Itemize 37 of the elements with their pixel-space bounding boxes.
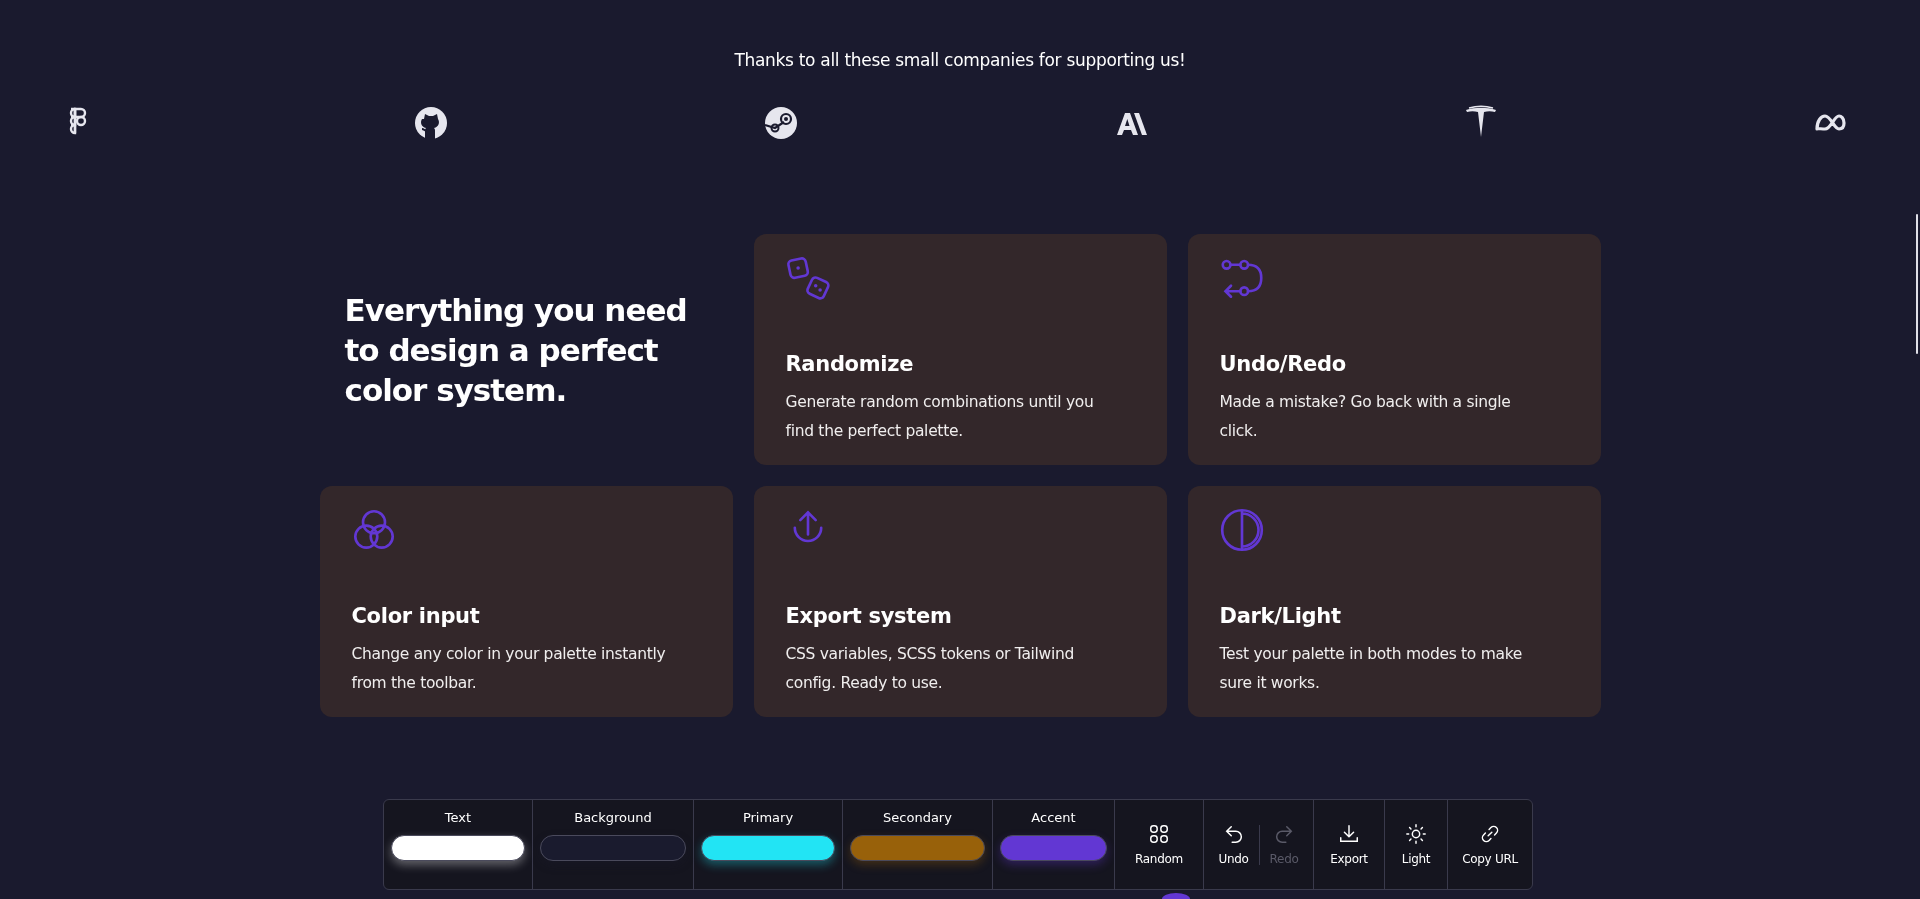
color-swatch[interactable] xyxy=(1000,835,1107,861)
swatch-label: Secondary xyxy=(883,810,952,826)
toolbar-button[interactable]: Undo xyxy=(1212,819,1255,870)
download-icon xyxy=(1338,823,1360,845)
swatch-label: Accent xyxy=(1031,810,1076,826)
card-description: Test your palette in both modes to make sure it works. xyxy=(1219,644,1524,694)
section-heading: Everything you need to design a perfect color system. xyxy=(344,290,688,410)
card-description: CSS variables, SCSS tokens or Tailwind config. Ready to use. xyxy=(785,644,1076,694)
card-title: Undo/Redo xyxy=(1219,351,1347,378)
card-title: Randomize xyxy=(785,351,915,378)
scrollbar-thumb[interactable] xyxy=(1916,214,1918,354)
sun-icon xyxy=(1405,823,1427,845)
color-swatch[interactable] xyxy=(540,835,686,861)
swatch-label: Background xyxy=(574,810,652,826)
color-swatch[interactable] xyxy=(850,835,985,861)
sponsor-caption: Thanks to all these small companies for supporting us! xyxy=(733,49,1187,71)
company-logo[interactable] xyxy=(763,105,799,141)
grid-icon xyxy=(1148,823,1170,845)
card-title: Color input xyxy=(351,603,481,630)
card-description: Generate random combinations until you find the perfect palette. xyxy=(785,392,1095,442)
color-swatch[interactable] xyxy=(701,835,835,861)
toolbar-button[interactable]: Copy URL xyxy=(1456,819,1524,870)
toolbar-button[interactable]: Export xyxy=(1324,819,1374,870)
card-title: Dark/Light xyxy=(1219,603,1342,630)
swatch-label: Text xyxy=(444,810,472,826)
link-icon xyxy=(1479,823,1501,845)
swatch-label: Primary xyxy=(742,810,794,826)
card-description: Made a mistake? Go back with a single click. xyxy=(1219,392,1512,442)
card-description: Change any color in your palette instantly from the toolbar. xyxy=(351,644,667,694)
dice-icon xyxy=(785,256,830,300)
overlapping-circles-icon xyxy=(351,508,396,552)
color-swatch[interactable] xyxy=(391,835,525,861)
toolbar-button[interactable]: Random xyxy=(1129,819,1189,870)
contrast-icon xyxy=(1219,508,1264,552)
toolbar-button[interactable]: Light xyxy=(1395,819,1437,870)
card-title: Export system xyxy=(785,603,953,630)
company-logo[interactable] xyxy=(413,105,449,141)
